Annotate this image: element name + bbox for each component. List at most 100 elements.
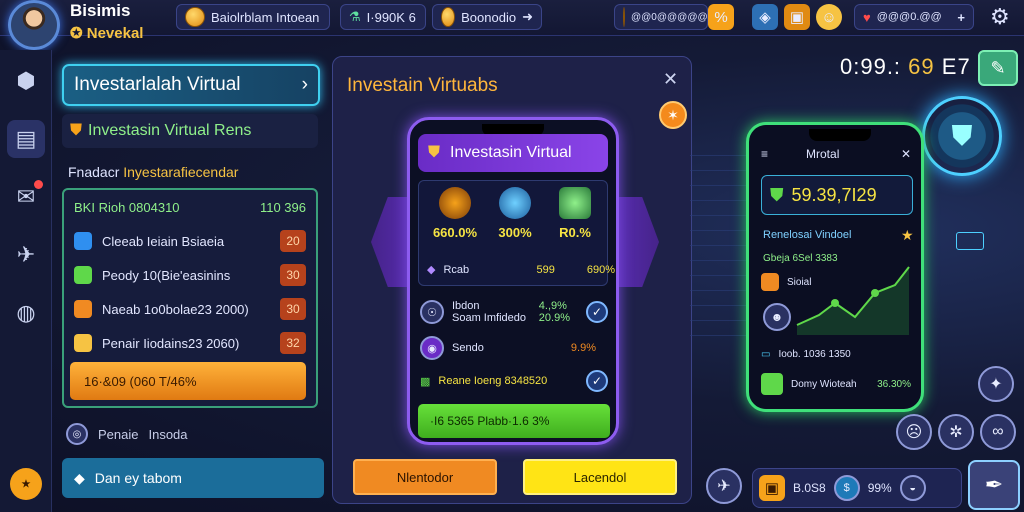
building-icon — [559, 187, 591, 219]
list-header: BKI Rioh 0804310 110 396 — [74, 199, 306, 215]
phone-row[interactable]: ▩ Reane Ioeng 8348520 ✓ — [420, 370, 608, 392]
deals-icon[interactable]: ★ — [10, 468, 42, 500]
helmet-icon[interactable]: ◒ — [899, 475, 926, 501]
check-icon[interactable]: ✓ — [586, 301, 608, 323]
owl-icon: ☉ — [420, 300, 444, 324]
phone-mockup: ⛊ Investasin Virtual 660.0% 300% R0.% ◆ … — [407, 117, 619, 445]
list-item[interactable]: Peody 10(Bie'easinins 30 — [64, 258, 316, 292]
trash-icon[interactable]: ▤ — [7, 120, 45, 158]
cash-icon: ▩ — [420, 375, 431, 388]
player-subtitle: ✪ Nevekal — [70, 25, 144, 42]
medal-coin-icon[interactable]: ☺ — [816, 4, 842, 30]
circle-icon[interactable]: ◎ — [66, 423, 88, 445]
plant-icon — [761, 373, 783, 395]
phone-row[interactable]: ☉ Ibdon Soam Imfidedo 4.,9% 20.9% ✓ — [420, 300, 608, 324]
chat-icon[interactable]: ✉ — [7, 178, 45, 216]
left-panel-subtitle: ⛊ Investasin Virtual Rens — [62, 114, 318, 148]
gem-icon: ◆ — [427, 264, 436, 276]
puzzle-icon[interactable]: ✦ — [978, 366, 1014, 402]
rocket-icon[interactable]: ✈ — [7, 236, 45, 274]
player-avatar[interactable] — [8, 0, 60, 50]
right-phone-header: ≡ Mrotal ✕ — [761, 147, 911, 161]
gems-pill[interactable]: ♥ @@@0.@@ + — [854, 4, 974, 30]
investment-modal: Investain Virtuabs ✕ ✶ ⛊ Investasin Virt… — [332, 56, 692, 504]
stat-row: ◆ Rcab 599 690% — [427, 263, 615, 277]
left-footer-button[interactable]: ◆ Dan ey tabom — [62, 458, 324, 498]
gift-icon[interactable]: ▣ — [784, 4, 810, 30]
link-icon[interactable]: ∞ — [980, 414, 1016, 450]
invest-cta-button[interactable]: 16·&09 (060 T/46% — [70, 362, 306, 400]
right-phone: ≡ Mrotal ✕ ⛊ 59.39,7I29 Renelosai Vindoe… — [746, 122, 924, 412]
player-name: Bisimis — [70, 1, 131, 20]
modal-title: Investain Virtuabs — [347, 75, 498, 96]
list-item[interactable]: Cleeab Ieiain Bsiaeia 20 — [64, 224, 316, 258]
nut-icon — [439, 187, 471, 219]
chart-item: ▭ Ioob. 1036 1350 — [761, 349, 851, 360]
sidebar: ⬢ ▤ ✉ ✈ ◍ — [0, 50, 52, 512]
card-icon: ▭ — [761, 349, 771, 360]
orb-icon: ◉ — [420, 336, 444, 360]
growth-chart — [796, 266, 910, 335]
arrow-right-icon: ➜ — [522, 9, 533, 24]
mission-pill[interactable]: Baiolrblam Intoean — [176, 4, 330, 30]
asset-cell[interactable]: R0.% — [545, 181, 605, 240]
edit-button[interactable]: ✎ — [978, 50, 1018, 86]
potion-pill[interactable]: ⚗ I·990K 6 — [340, 4, 426, 30]
feather-button[interactable]: ✒ — [968, 460, 1020, 510]
add-gems-button[interactable]: + — [957, 10, 965, 25]
coin-pill[interactable]: Boonodio ➜ — [432, 4, 542, 30]
left-panel-title[interactable]: Investarlalah Virtual › — [62, 64, 320, 106]
close-icon[interactable]: ✕ — [663, 69, 678, 90]
shield-emblem-icon[interactable]: ⛊ — [922, 96, 1002, 176]
gear-icon[interactable]: ⚙ — [990, 4, 1010, 30]
globe-coin-icon — [499, 187, 531, 219]
monitor-button[interactable]: Nlentodor — [353, 459, 497, 495]
menu-icon[interactable]: ≡ — [761, 147, 768, 161]
deal-icon[interactable]: % — [708, 4, 734, 30]
phone-row[interactable]: ◉ Sendo 9.9% — [420, 336, 608, 360]
asset-grid: 660.0% 300% R0.% ◆ Rcab 599 690% — [418, 180, 615, 286]
asset-cell[interactable]: 660.0% — [425, 181, 485, 240]
box-icon[interactable]: ◈ — [752, 4, 778, 30]
item-icon — [74, 300, 92, 318]
close-icon[interactable]: ✕ — [901, 147, 911, 161]
star-icon: ★ — [901, 227, 914, 243]
portfolio-value: ⛊ 59.39,7I29 — [761, 175, 913, 215]
cog-icon[interactable]: ✲ — [938, 414, 974, 450]
chest-icon — [761, 273, 779, 291]
list-item[interactable]: Penair Iiodains23 2060) 32 — [64, 326, 316, 360]
chart-title: Renelosai Vindoel — [763, 229, 852, 241]
diamond-icon: ◆ — [74, 469, 85, 486]
cube-icon[interactable]: ⬢ — [7, 62, 45, 100]
item-icon — [74, 334, 92, 352]
chevron-right-icon: › — [301, 74, 308, 95]
timer: 0:99.: 69 E7 — [840, 54, 971, 79]
phone-notch — [809, 129, 871, 141]
phone-green-button[interactable]: ·I6 5365 Plabb·1.6 3% — [418, 404, 610, 438]
asset-cell[interactable]: 300% — [485, 181, 545, 240]
mission-icon — [185, 7, 205, 27]
chest-icon: ⛊ — [428, 144, 441, 161]
star-badge-icon[interactable]: ✶ — [659, 101, 687, 129]
coin-icon — [441, 7, 456, 27]
shield-small-icon: ⛊ — [770, 184, 784, 205]
bag-icon[interactable]: ▣ — [759, 475, 785, 501]
gold-icon — [623, 7, 625, 27]
rocket-button-icon[interactable]: ✈ — [706, 468, 742, 504]
chart-point — [871, 289, 879, 297]
avatar-icon[interactable]: ☻ — [763, 303, 791, 331]
globe-icon[interactable]: ◍ — [7, 294, 45, 332]
id-card-icon — [956, 232, 984, 250]
chart-point — [831, 299, 839, 307]
bottom-bar: ▣ B.0S8 $ 99% ◒ — [752, 468, 962, 508]
list-item[interactable]: Naeab 1o0bolae23 2000) 30 — [64, 292, 316, 326]
shield-icon: ⛊ — [70, 122, 83, 139]
face-icon[interactable]: ☹ — [896, 414, 932, 450]
left-panel: Investarlalah Virtual › ⛊ Investasin Vir… — [58, 60, 326, 500]
check-icon[interactable]: ✓ — [586, 370, 608, 392]
chart-item: Domy Wioteah 36.30% — [761, 373, 911, 395]
confirm-button[interactable]: Lacendol — [523, 459, 677, 495]
left-caption: Fnadacr Inyestarafiecendar — [68, 164, 239, 180]
gem-icon: ♥ — [863, 9, 871, 25]
gold-pill[interactable]: @@0@@@@@@@ — [614, 4, 728, 30]
